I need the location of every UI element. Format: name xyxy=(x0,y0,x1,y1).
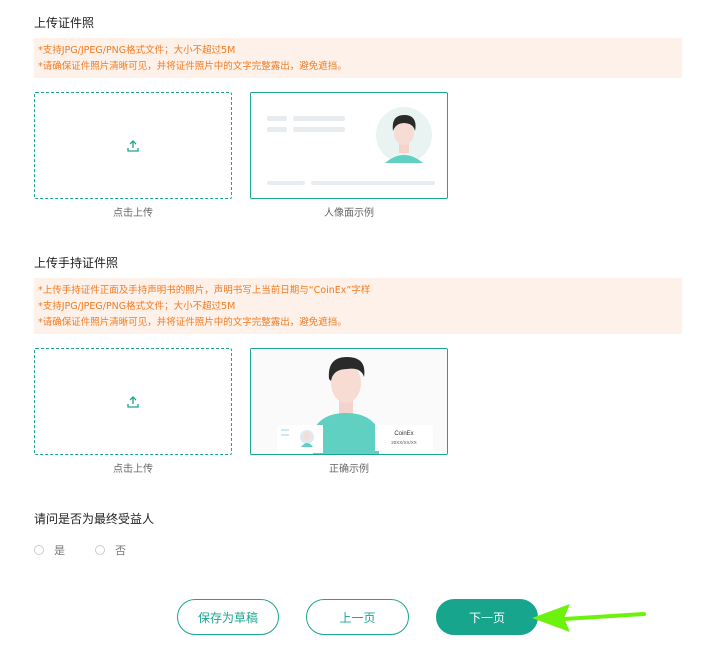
person-holding-id-illustration: CoinEx 20XX/XX/XX xyxy=(251,349,447,454)
radio-no[interactable]: 否 xyxy=(95,542,126,558)
id-photo-section-title: 上传证件照 xyxy=(34,16,95,30)
example-caption: 正确示例 xyxy=(329,464,369,475)
notice-line: *上传手持证件正面及手持声明书的照片，声明书写上当前日期与“CoinEx”字样 xyxy=(38,285,371,296)
id-card-illustration xyxy=(267,107,435,185)
notice-line: *支持JPG/JPEG/PNG格式文件；大小不超过5M xyxy=(38,45,236,56)
radio-label-no: 否 xyxy=(115,544,126,557)
id-front-example-image xyxy=(250,92,448,199)
save-draft-button[interactable]: 保存为草稿 xyxy=(177,599,279,635)
id-photo-notice: *支持JPG/JPEG/PNG格式文件；大小不超过5M *请确保证件照片清晰可见… xyxy=(34,38,682,78)
beneficiary-question: 请问是否为最终受益人 xyxy=(34,512,155,526)
radio-circle xyxy=(95,545,105,555)
handheld-photo-section-title: 上传手持证件照 xyxy=(34,256,119,270)
id-photo-upload-area[interactable] xyxy=(34,92,232,199)
upload-icon xyxy=(127,139,139,152)
handheld-example-image: CoinEx 20XX/XX/XX xyxy=(250,348,448,455)
notice-line: *请确保证件照片清晰可见，并将证件照片中的文字完整露出，避免遮挡。 xyxy=(38,61,347,72)
upload-icon xyxy=(127,395,139,408)
example-caption: 人像面示例 xyxy=(324,208,374,219)
radio-label-yes: 是 xyxy=(54,544,65,557)
next-page-button[interactable]: 下一页 xyxy=(436,599,538,635)
card-brand-text: CoinEx xyxy=(394,431,413,437)
radio-circle xyxy=(34,545,44,555)
card-date-text: 20XX/XX/XX xyxy=(391,440,417,445)
radio-yes[interactable]: 是 xyxy=(34,542,65,558)
upload-caption: 点击上传 xyxy=(113,208,153,219)
notice-line: *支持JPG/JPEG/PNG格式文件；大小不超过5M xyxy=(38,301,236,312)
handheld-photo-notice: *上传手持证件正面及手持声明书的照片，声明书写上当前日期与“CoinEx”字样 … xyxy=(34,278,682,334)
prev-page-button[interactable]: 上一页 xyxy=(306,599,409,635)
upload-caption: 点击上传 xyxy=(113,464,153,475)
handheld-photo-upload-area[interactable] xyxy=(34,348,232,455)
arrow-annotation-icon xyxy=(532,604,646,632)
notice-line: *请确保证件照片清晰可见，并将证件照片中的文字完整露出，避免遮挡。 xyxy=(38,317,347,328)
